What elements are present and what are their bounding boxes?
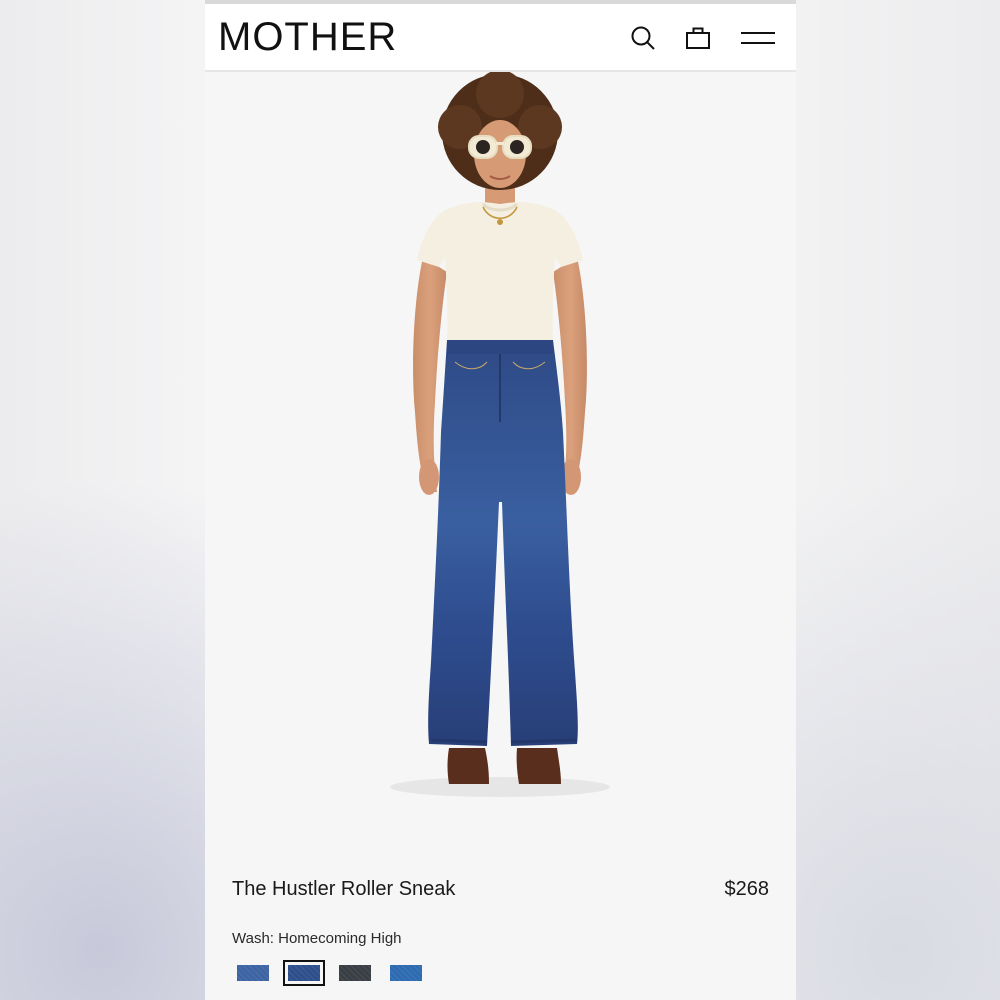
model-photo	[390, 72, 610, 797]
product-price: $268	[724, 878, 770, 900]
site-header: MOTHER	[205, 4, 796, 72]
product-name[interactable]: The Hustler Roller Sneak	[232, 878, 455, 901]
wash-swatch[interactable]	[334, 960, 376, 986]
brand-logo[interactable]: MOTHER	[218, 15, 397, 59]
product-image[interactable]	[205, 72, 796, 852]
swatch-color	[390, 965, 422, 981]
menu-button[interactable]	[738, 18, 778, 58]
wash-swatch[interactable]	[283, 960, 325, 986]
swatch-color	[288, 965, 320, 981]
menu-icon	[741, 32, 775, 44]
product-info: The Hustler Roller Sneak $268 Wash: Home…	[205, 852, 796, 1000]
phone-screen: MOTHER The Hustler Roller Sneak $268 Was…	[205, 0, 796, 1000]
swatch-color	[237, 965, 269, 981]
wash-swatch[interactable]	[232, 960, 274, 986]
wash-swatches	[232, 960, 427, 986]
wash-swatch[interactable]	[385, 960, 427, 986]
bag-icon	[686, 27, 710, 49]
search-icon	[631, 26, 655, 50]
search-button[interactable]	[623, 18, 663, 58]
swatch-color	[339, 965, 371, 981]
bag-button[interactable]	[678, 18, 718, 58]
wash-label: Wash: Homecoming High	[232, 930, 402, 947]
